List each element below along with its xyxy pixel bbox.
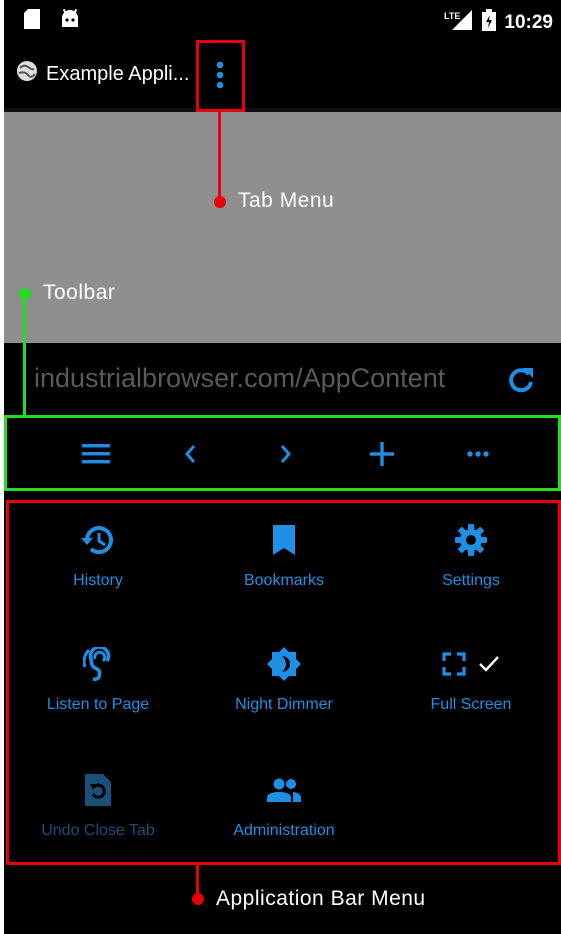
- globe-icon: [16, 60, 38, 88]
- reload-icon: [509, 368, 533, 393]
- tab-menu-annotation: Tab Menu: [238, 189, 335, 212]
- toolbar-highlight: [4, 415, 561, 491]
- url-bar: industrialbrowser.com/AppContent: [4, 343, 561, 415]
- status-bar: LTE 10:29: [4, 0, 561, 40]
- browser-tab[interactable]: Example Appli...: [16, 60, 189, 88]
- web-content[interactable]: [4, 112, 561, 343]
- android-icon: [60, 8, 80, 34]
- tab-menu-connector: [218, 112, 221, 202]
- battery-icon: [482, 9, 497, 37]
- toolbar-dot: [19, 288, 31, 300]
- svg-text:LTE: LTE: [444, 11, 460, 21]
- tab-bar: Example Appli...: [4, 40, 561, 110]
- toolbar-connector: [23, 297, 26, 415]
- tab-menu-dot: [214, 196, 226, 208]
- tab-title: Example Appli...: [46, 62, 190, 85]
- app-bar-menu-dot: [192, 893, 204, 905]
- url-field[interactable]: industrialbrowser.com/AppContent: [34, 363, 489, 394]
- tab-menu-highlight: [196, 40, 245, 112]
- toolbar-annotation: Toolbar: [43, 281, 116, 304]
- sd-card-icon: [24, 9, 40, 34]
- signal-icon: LTE: [444, 10, 474, 36]
- app-bar-menu-annotation: Application Bar Menu: [216, 887, 426, 910]
- reload-button[interactable]: [506, 365, 536, 400]
- application-bar-menu-highlight: [6, 500, 561, 865]
- status-time: 10:29: [504, 12, 553, 33]
- phone-screen: LTE 10:29 Example Appli... industrialbro…: [4, 0, 561, 934]
